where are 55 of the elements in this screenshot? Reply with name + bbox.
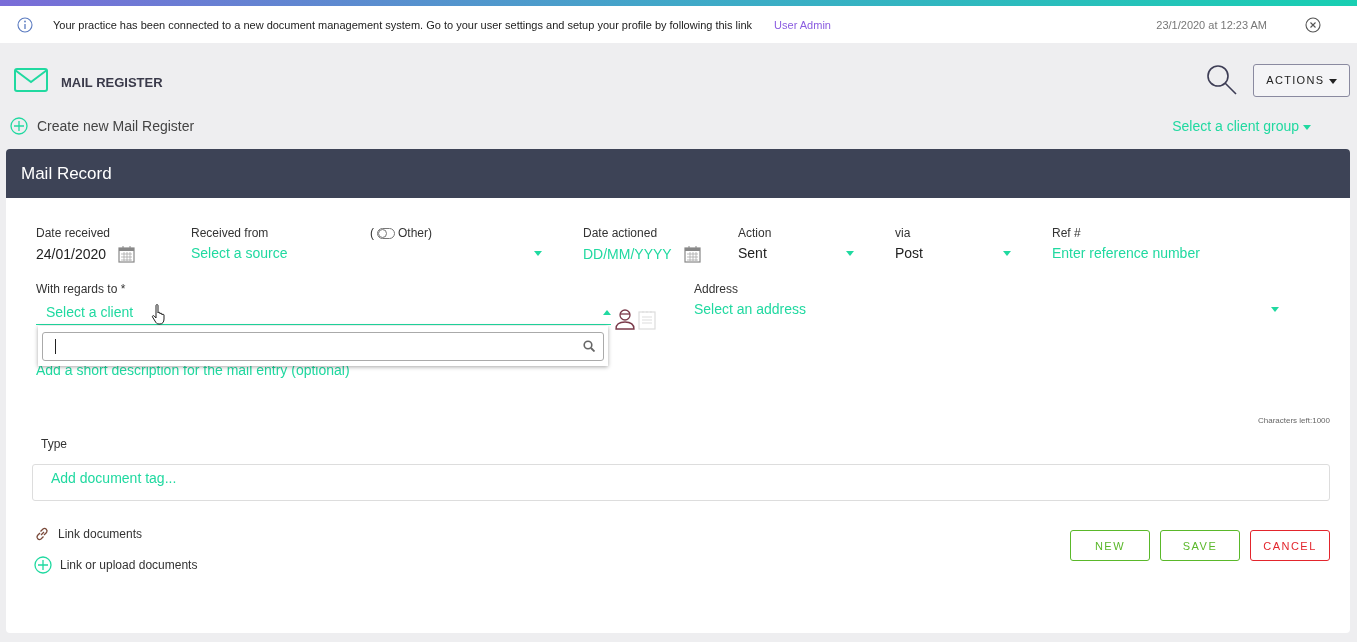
tag-field[interactable]: Add document tag... <box>32 464 1330 501</box>
document-link[interactable]: Link or upload documents <box>34 556 198 574</box>
field-label: Type <box>41 437 68 451</box>
notice-timestamp: 23/1/2020 at 12:23 AM <box>1156 18 1267 31</box>
info-icon <box>17 16 33 33</box>
action-dropdown[interactable]: Sent <box>738 245 860 261</box>
document-link[interactable]: Link documents <box>34 526 198 542</box>
character-count: Characters left:1000 <box>1257 416 1330 425</box>
caret-icon <box>603 309 611 315</box>
reference-field[interactable]: Enter reference number <box>1052 245 1330 261</box>
caret-icon <box>534 250 542 256</box>
page-title: MAIL REGISTER <box>61 74 163 90</box>
field-label: Address <box>694 282 740 296</box>
field-label: Received from <box>191 226 270 240</box>
create-link[interactable]: Create new Mail Register <box>10 117 195 135</box>
address-dropdown[interactable]: Select an address <box>694 301 1285 317</box>
form-button[interactable]: SAVE <box>1160 530 1240 561</box>
close-button[interactable] <box>1305 16 1321 33</box>
plus-circle-icon <box>10 117 28 135</box>
cancel-button[interactable]: CANCEL <box>1250 530 1330 561</box>
search-icon <box>1206 64 1238 96</box>
close-icon <box>1305 16 1321 33</box>
paren-text: ( <box>370 226 374 240</box>
field-label: With regards to * <box>36 282 127 296</box>
field-label: Ref # <box>1052 226 1082 240</box>
client-group-dropdown[interactable]: Select a client group <box>1172 118 1311 134</box>
card-title: Mail Record <box>21 163 112 184</box>
caret-icon <box>1271 306 1279 312</box>
actions-button[interactable]: ACTIONS <box>1253 63 1350 97</box>
date-field[interactable]: DD/MM/YYYY <box>583 246 672 262</box>
field-label: Date received <box>36 226 112 240</box>
form-button[interactable]: NEW <box>1070 530 1150 561</box>
text-cursor-icon <box>55 338 56 354</box>
via-dropdown[interactable]: Post <box>895 245 1017 261</box>
field-label: Action <box>738 226 773 240</box>
user-admin-link[interactable]: User Admin <box>774 18 831 31</box>
notepad-icon <box>638 310 656 330</box>
caret-icon <box>1328 78 1337 84</box>
person-icon <box>615 308 635 330</box>
search-button[interactable] <box>1206 64 1238 96</box>
chain-link-icon <box>34 526 50 542</box>
source-dropdown[interactable]: Select a source <box>191 245 548 261</box>
plus-circle-icon <box>34 556 52 574</box>
calendar-icon <box>118 245 136 263</box>
search-icon <box>583 340 595 352</box>
caret-icon <box>1003 250 1011 256</box>
field-label: via <box>895 226 912 240</box>
field-label: Date actioned <box>583 226 659 240</box>
caret-icon <box>1303 124 1311 130</box>
date-value[interactable]: 24/01/2020 <box>36 246 107 262</box>
notice-message: Your practice has been connected to a new document management system. Go to your user settings and setup your profile by following this link <box>53 18 753 31</box>
envelope-icon <box>14 68 48 92</box>
toggle-label: Other) <box>398 226 432 240</box>
caret-icon <box>846 250 854 256</box>
calendar-icon <box>683 245 701 263</box>
